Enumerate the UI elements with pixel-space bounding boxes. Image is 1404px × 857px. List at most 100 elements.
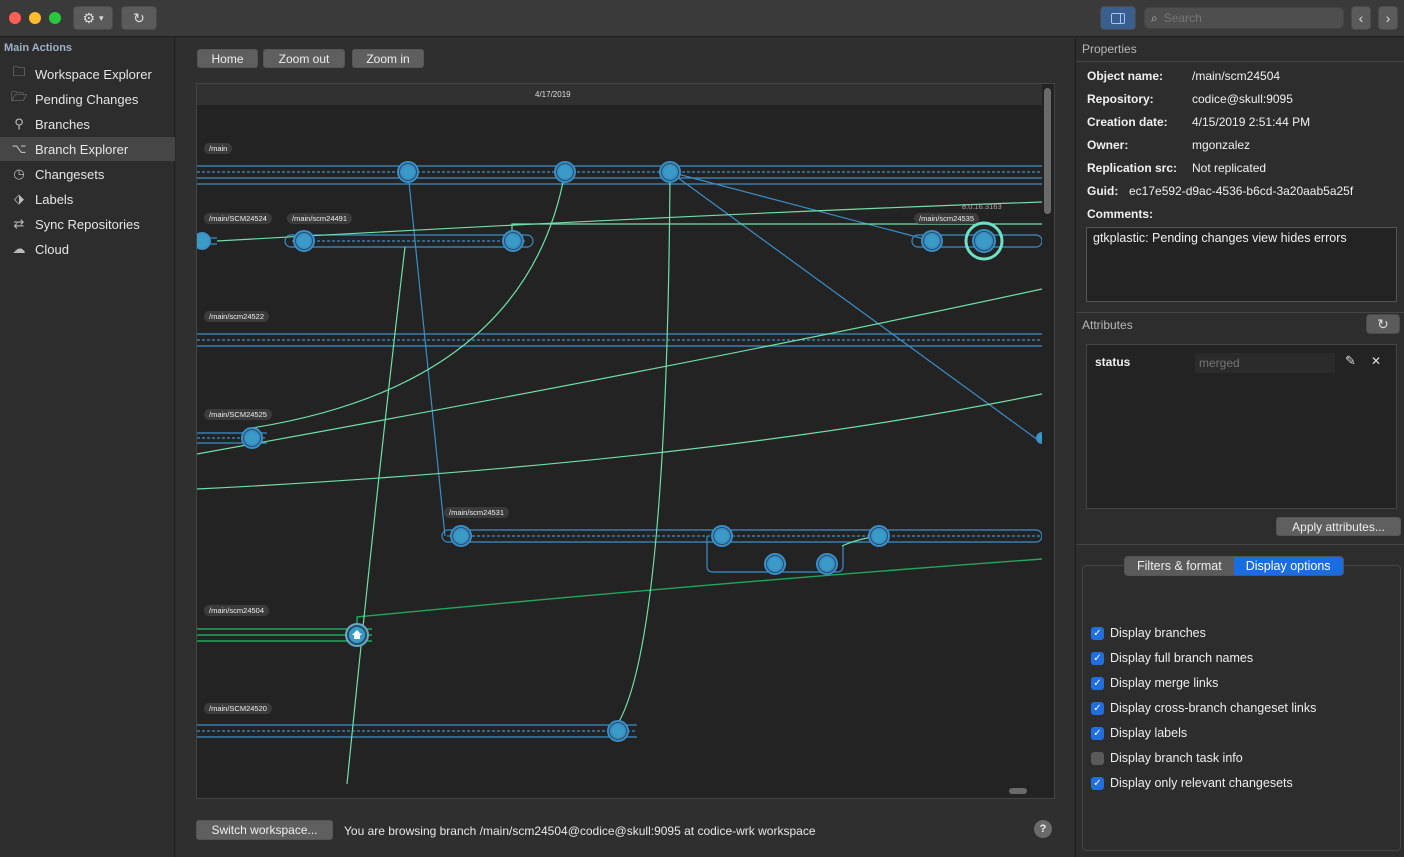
option-display-labels[interactable]: ✓ Display labels: [1091, 726, 1187, 740]
attribute-value-input[interactable]: [1195, 353, 1335, 373]
search-input[interactable]: [1163, 11, 1324, 25]
checkbox-checked[interactable]: ✓: [1091, 726, 1104, 740]
changeset-node[interactable]: [244, 430, 260, 446]
changeset-node[interactable]: [610, 723, 626, 739]
sidebar-item-label: Branches: [35, 116, 90, 132]
prop-replication-src: Replication src: Not replicated: [1087, 161, 1267, 175]
properties-title: Properties: [1082, 42, 1137, 56]
search-field[interactable]: ⌕: [1144, 7, 1344, 29]
sidebar-item-label: Pending Changes: [35, 91, 139, 107]
changeset-node[interactable]: [871, 528, 887, 544]
changeset-link: [407, 171, 446, 537]
sidebar-item-changesets[interactable]: ◷ Changesets: [0, 162, 175, 186]
checkbox-unchecked[interactable]: [1091, 751, 1104, 765]
status-bar: Switch workspace... You are browsing bra…: [196, 819, 1056, 841]
changeset-node[interactable]: [453, 528, 469, 544]
horizontal-scrollbar[interactable]: [1009, 788, 1027, 794]
refresh-attributes-button[interactable]: ↻: [1366, 314, 1400, 334]
prop-guid: Guid: ec17e592-d9ac-4536-b6cd-3a20aab5a25…: [1087, 184, 1354, 198]
nav-forward-button[interactable]: ›: [1378, 6, 1398, 30]
option-display-relevant-changesets[interactable]: ✓ Display only relevant changesets: [1091, 776, 1293, 790]
branch-label[interactable]: /main/scm24535: [914, 213, 980, 224]
checkbox-checked[interactable]: ✓: [1091, 651, 1104, 665]
comments-field[interactable]: gtkplastic: Pending changes view hides e…: [1086, 227, 1397, 302]
search-icon: ⌕: [1151, 10, 1158, 25]
refresh-icon: ↻: [1377, 315, 1389, 332]
refresh-button[interactable]: ↻: [121, 6, 157, 30]
panel-icon: [1111, 12, 1125, 24]
folder-changes-icon: 🗁: [10, 89, 28, 104]
zoom-window-button[interactable]: [49, 12, 61, 24]
branch-label[interactable]: /main: [204, 143, 233, 154]
prop-creation-date: Creation date: 4/15/2019 2:51:44 PM: [1087, 115, 1311, 129]
branch-label[interactable]: /main/SCM24525: [204, 409, 272, 420]
gear-menu-button[interactable]: ⚙ ▾: [73, 6, 113, 30]
checkbox-checked[interactable]: ✓: [1091, 776, 1104, 790]
option-display-branches[interactable]: ✓ Display branches: [1091, 626, 1206, 640]
help-button[interactable]: ?: [1034, 820, 1052, 838]
changeset-node[interactable]: [505, 233, 521, 249]
nav-back-button[interactable]: ‹: [1351, 6, 1371, 30]
changeset-node[interactable]: [400, 164, 416, 180]
option-display-merge-links[interactable]: ✓ Display merge links: [1091, 676, 1218, 690]
changeset-node[interactable]: [714, 528, 730, 544]
changeset-node[interactable]: [819, 556, 835, 572]
sidebar-item-label: Branch Explorer: [35, 141, 129, 157]
changeset-node[interactable]: [1036, 432, 1042, 444]
sidebar-item-label: Cloud: [35, 241, 69, 257]
checkbox-checked[interactable]: ✓: [1091, 676, 1104, 690]
branch-label[interactable]: /main/scm24491: [287, 213, 353, 224]
branch-label[interactable]: /main/SCM24524: [204, 213, 272, 224]
close-window-button[interactable]: [9, 12, 21, 24]
option-display-full-branch-names[interactable]: ✓ Display full branch names: [1091, 651, 1253, 665]
tab-filters-format[interactable]: Filters & format: [1125, 557, 1234, 575]
checkbox-checked[interactable]: ✓: [1091, 701, 1104, 715]
changeset-node[interactable]: [924, 233, 940, 249]
sidebar-item-labels[interactable]: ⬗ Labels: [0, 187, 175, 211]
branch-label[interactable]: /main/scm24522: [204, 311, 270, 322]
sidebar-item-cloud[interactable]: ☁ Cloud: [0, 237, 175, 261]
edit-icon[interactable]: ✎: [1345, 353, 1356, 369]
changeset-node[interactable]: [296, 233, 312, 249]
changeset-node[interactable]: [767, 556, 783, 572]
sidebar-item-label: Changesets: [35, 166, 105, 182]
zoom-out-button[interactable]: Zoom out: [263, 49, 345, 68]
chevron-left-icon: ‹: [1358, 10, 1364, 26]
sidebar-item-sync-repositories[interactable]: ⇄ Sync Repositories: [0, 212, 175, 236]
branch-graph[interactable]: 4/17/2019 8.0.16.3163 /main /main/SCM245…: [196, 83, 1055, 799]
prop-repository: Repository: codice@skull:9095: [1087, 92, 1293, 106]
tab-display-options[interactable]: Display options: [1233, 557, 1343, 575]
branch-explorer-icon: ⌥: [11, 141, 27, 156]
merge-link: [251, 171, 566, 429]
close-icon[interactable]: ✕: [1371, 354, 1381, 368]
branch-label[interactable]: /main/scm24531: [444, 507, 510, 518]
changeset-node[interactable]: [662, 164, 678, 180]
tag-icon: ⬗: [14, 191, 24, 206]
prop-owner: Owner: mgonzalez: [1087, 138, 1251, 152]
sidebar-item-workspace-explorer[interactable]: 🗀 Workspace Explorer: [0, 62, 175, 86]
branch-label[interactable]: /main/SCM24520: [204, 703, 272, 714]
branch-explorer-panel: Home Zoom out Zoom in 4/17/2019 8.0.16.3…: [176, 38, 1074, 857]
attributes-list: status ✎ ✕: [1086, 344, 1397, 509]
sidebar-item-label: Workspace Explorer: [35, 66, 152, 82]
home-button[interactable]: Home: [197, 49, 258, 68]
changeset-node[interactable]: [975, 232, 993, 250]
toggle-panel-button[interactable]: [1100, 6, 1136, 30]
option-display-cross-branch-links[interactable]: ✓ Display cross-branch changeset links: [1091, 701, 1316, 715]
changeset-node[interactable]: [197, 232, 211, 250]
branch-label[interactable]: /main/scm24504: [204, 605, 270, 616]
apply-attributes-button[interactable]: Apply attributes...: [1276, 517, 1401, 536]
sidebar-item-pending-changes[interactable]: 🗁 Pending Changes: [0, 87, 175, 111]
merge-link: [511, 223, 1042, 235]
checkbox-checked[interactable]: ✓: [1091, 626, 1104, 640]
vertical-scrollbar[interactable]: [1044, 88, 1051, 214]
divider: [1076, 312, 1404, 313]
zoom-in-button[interactable]: Zoom in: [352, 49, 424, 68]
switch-workspace-button[interactable]: Switch workspace...: [196, 820, 333, 840]
changeset-node[interactable]: [557, 164, 573, 180]
sidebar-item-branch-explorer[interactable]: ⌥ Branch Explorer: [0, 137, 175, 161]
minimize-window-button[interactable]: [29, 12, 41, 24]
sidebar-item-branches[interactable]: ⚲ Branches: [0, 112, 175, 136]
option-display-branch-task-info[interactable]: Display branch task info: [1091, 751, 1243, 765]
graph-canvas[interactable]: [197, 84, 1042, 798]
